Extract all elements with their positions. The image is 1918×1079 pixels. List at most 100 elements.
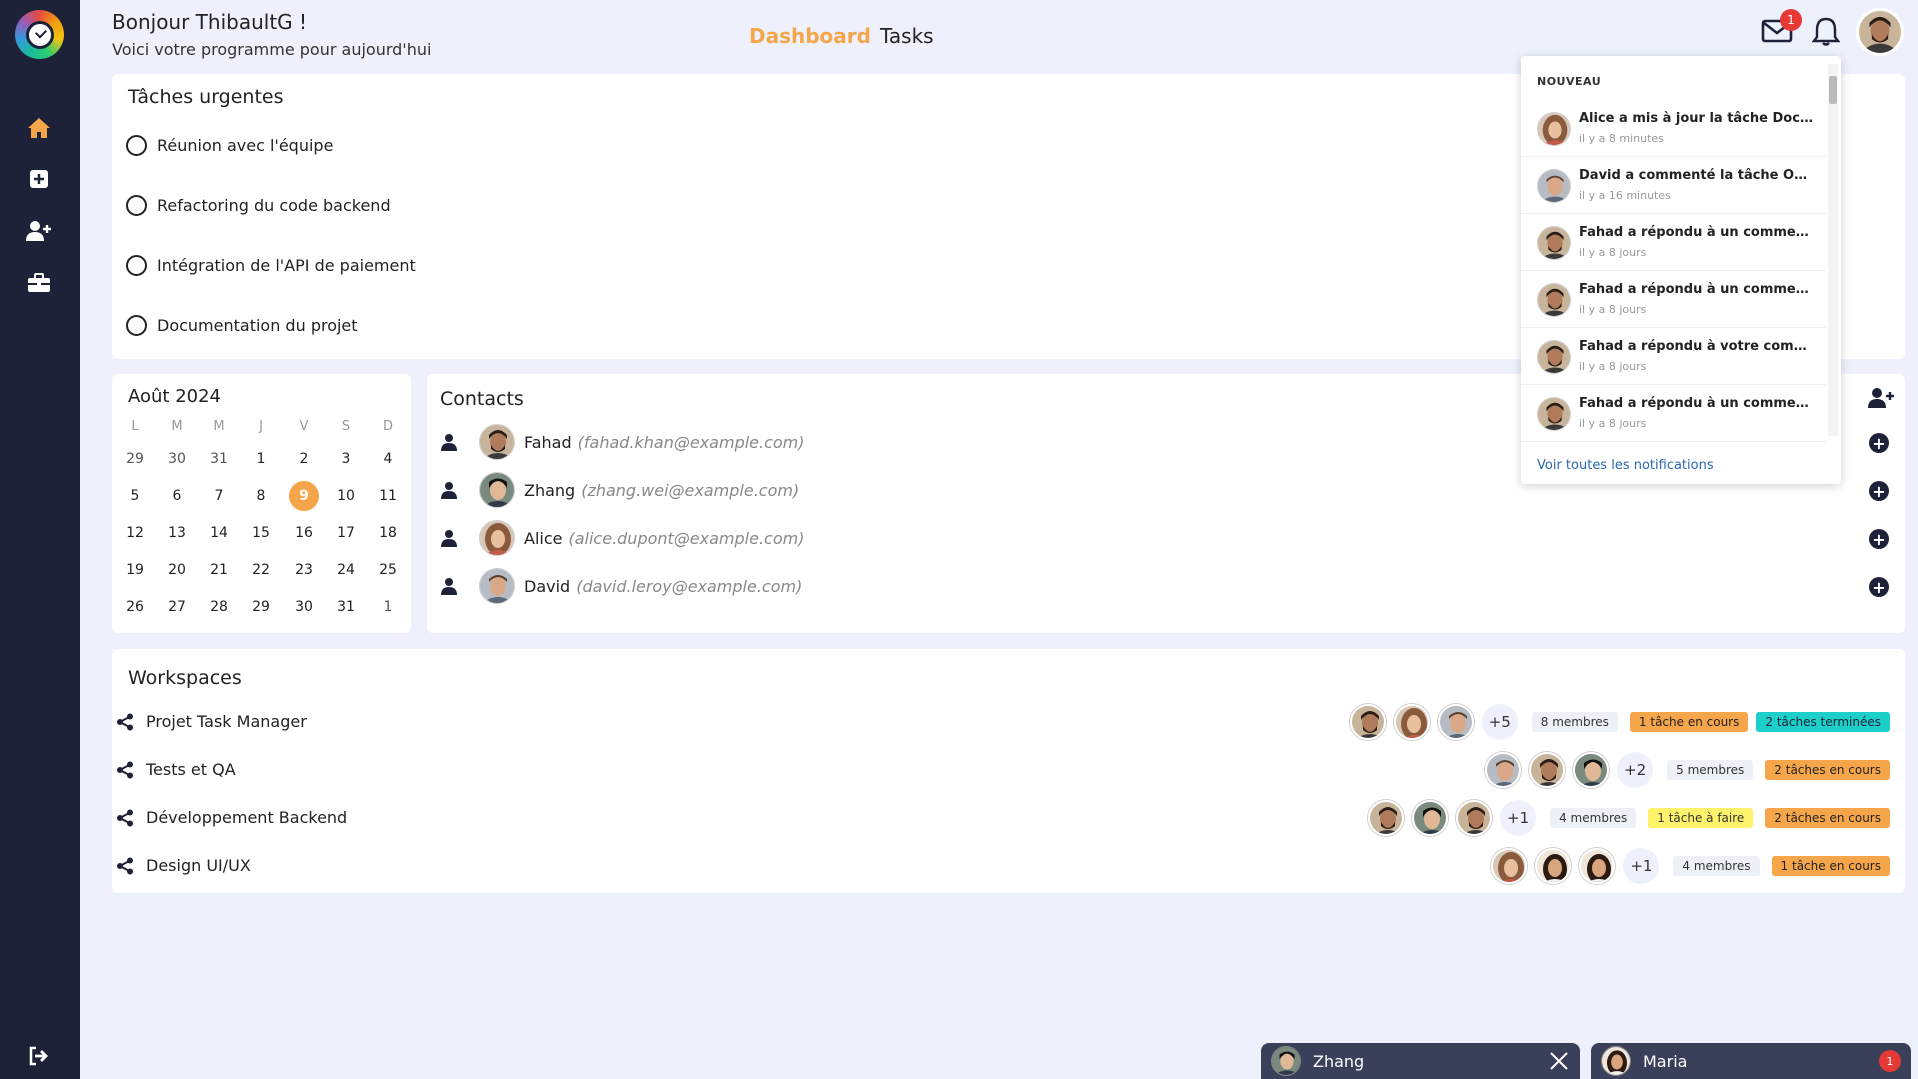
calendar-day[interactable]: 17 [325,518,367,548]
calendar-day[interactable]: 21 [198,555,240,585]
avatar [1579,848,1616,884]
user-avatar[interactable] [1856,8,1904,56]
calendar-day-label: 14 [210,525,228,541]
calendar-day[interactable]: 18 [367,518,409,548]
add-square-icon[interactable] [26,166,52,192]
add-circle-icon[interactable]: + [1869,433,1889,453]
more-members-count[interactable]: +5 [1481,704,1518,740]
logout-icon[interactable] [26,1043,52,1069]
calendar-day[interactable]: 6 [156,481,198,511]
person-icon [441,434,457,451]
calendar-day[interactable]: 12 [114,518,156,548]
members-badge: 4 membres [1550,808,1637,828]
notifications-scrollbar[interactable] [1828,64,1838,436]
see-all-notifications-link[interactable]: Voir toutes les notifications [1537,458,1714,473]
contact-row[interactable]: Zhang (zhang.wei@example.com) [440,472,799,508]
task-checkbox[interactable] [126,135,147,156]
calendar-day-label: 12 [126,525,144,541]
add-circle-icon[interactable]: + [1869,481,1889,501]
calendar-day-label: 4 [383,451,393,467]
add-circle-icon[interactable]: + [1869,577,1889,597]
greeting-title: Bonjour ThibaultG ! [112,10,308,34]
calendar-day[interactable]: 15 [240,518,282,548]
more-members-count[interactable]: +2 [1617,752,1654,788]
app-logo[interactable] [15,10,64,59]
notification-item[interactable]: Alice a mis à jour la tâche Documentatio… [1521,100,1826,157]
task-checkbox[interactable] [126,195,147,216]
tab-dashboard[interactable]: Dashboard [749,24,871,48]
workspace-row[interactable]: Tests et QA [116,760,236,779]
scrollbar-thumb[interactable] [1829,76,1837,104]
calendar-weekday: L [131,419,139,434]
calendar-day[interactable]: 31 [325,592,367,622]
workspace-row[interactable]: Développement Backend [116,808,347,827]
calendar-day[interactable]: 14 [198,518,240,548]
chat-tab-zhang[interactable]: Zhang [1261,1043,1580,1079]
notification-text: Fahad a répondu à un commentaire [1579,396,1814,411]
calendar-day[interactable]: 8 [240,481,282,511]
contact-name: Zhang [524,480,576,500]
calendar-day[interactable]: 30 [283,592,325,622]
calendar-day[interactable]: 24 [325,555,367,585]
task-checkbox[interactable] [126,255,147,276]
calendar-day[interactable]: 23 [283,555,325,585]
notification-item[interactable]: Fahad a répondu à un commentaire il y a … [1521,271,1826,328]
home-icon[interactable] [26,115,52,141]
more-members-count[interactable]: +1 [1623,848,1660,884]
calendar-day-today[interactable]: 9 [283,481,325,511]
calendar-day[interactable]: 29 [240,592,282,622]
calendar-day[interactable]: 19 [114,555,156,585]
avatar [1349,704,1386,740]
calendar-day[interactable]: 13 [156,518,198,548]
calendar-day[interactable]: 16 [283,518,325,548]
notification-item[interactable]: David a commenté la tâche Optimisation i… [1521,157,1826,214]
calendar-day[interactable]: 1 [240,444,282,474]
workspace-row[interactable]: Projet Task Manager [116,712,307,731]
calendar-day[interactable]: 28 [198,592,240,622]
calendar-day-label: 15 [252,525,270,541]
calendar-day[interactable]: 20 [156,555,198,585]
contact-row[interactable]: Alice (alice.dupont@example.com) [440,520,804,556]
add-contact-icon[interactable] [1867,387,1895,413]
calendar-day[interactable]: 1 [367,592,409,622]
notification-item[interactable]: Fahad a répondu à un commentaire il y a … [1521,214,1826,271]
workspace-meta: +1 4 membres 1 tâche à faire 2 tâches en… [1360,800,1890,836]
calendar-day[interactable]: 27 [156,592,198,622]
calendar-day-label: 31 [337,599,355,615]
calendar-day[interactable]: 22 [240,555,282,585]
workspace-row[interactable]: Design UI/UX [116,856,251,875]
calendar-day[interactable]: 29 [114,444,156,474]
calendar-day[interactable]: 11 [367,481,409,511]
calendar-day[interactable]: 4 [367,444,409,474]
calendar-weekday: M [171,419,183,434]
task-item: Refactoring du code backend [126,195,391,216]
calendar-day[interactable]: 30 [156,444,198,474]
notification-item[interactable]: Fahad a répondu à votre commentaire il y… [1521,328,1826,385]
calendar-day[interactable]: 31 [198,444,240,474]
calendar-day[interactable]: 2 [283,444,325,474]
calendar-day[interactable]: 25 [367,555,409,585]
add-circle-icon[interactable]: + [1869,529,1889,549]
add-user-icon[interactable] [26,218,52,244]
briefcase-icon[interactable] [26,270,52,296]
close-icon[interactable] [1548,1050,1570,1072]
task-item: Documentation du projet [126,315,358,336]
calendar-day[interactable]: 5 [114,481,156,511]
sidebar [0,0,80,1079]
calendar-day[interactable]: 26 [114,592,156,622]
task-checkbox[interactable] [126,315,147,336]
calendar-day[interactable]: 10 [325,481,367,511]
notification-item[interactable]: Fahad a répondu à un commentaire il y a … [1521,385,1826,442]
contact-row[interactable]: Fahad (fahad.khan@example.com) [440,424,805,460]
chat-tab-maria[interactable]: Maria 1 [1591,1043,1911,1079]
calendar-day-label: 1 [256,451,266,467]
task-item: Intégration de l'API de paiement [126,255,416,276]
more-members-count[interactable]: +1 [1500,800,1537,836]
contact-row[interactable]: David (david.leroy@example.com) [440,568,802,604]
calendar-day[interactable]: 7 [198,481,240,511]
bell-icon[interactable] [1811,16,1841,50]
tab-tasks[interactable]: Tasks [880,24,934,48]
workspace-meta: +2 5 membres 2 tâches en cours [1477,752,1890,788]
calendar-day-label: 1 [383,599,393,615]
calendar-day[interactable]: 3 [325,444,367,474]
